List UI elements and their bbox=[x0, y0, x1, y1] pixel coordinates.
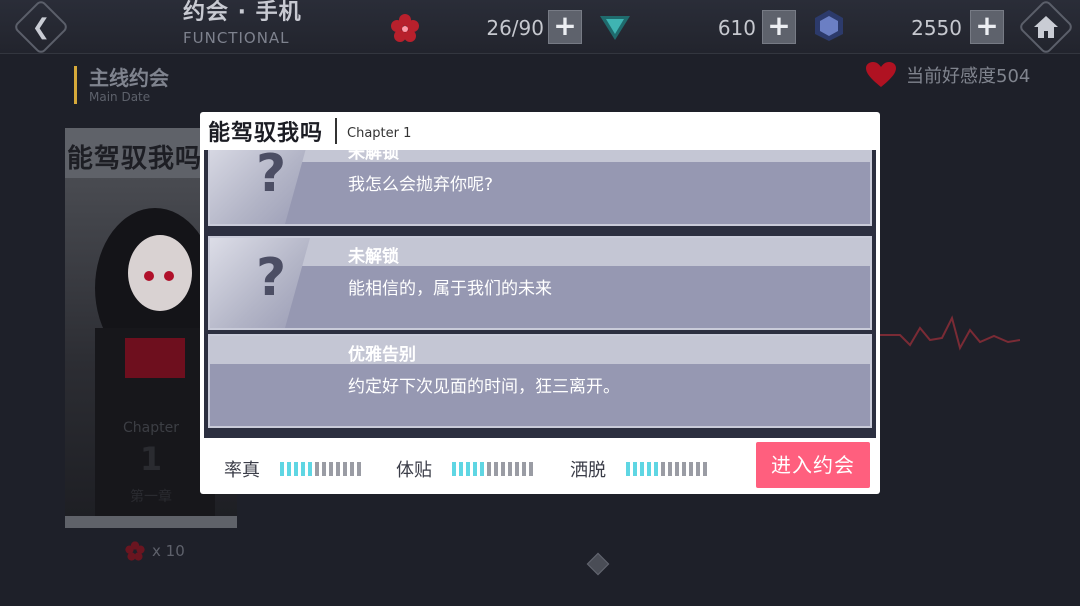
meter-segment bbox=[480, 462, 484, 476]
meter-segment bbox=[343, 462, 347, 476]
meter-segment bbox=[675, 462, 679, 476]
stat-meter bbox=[626, 462, 707, 476]
ending-title: 未解锁 bbox=[348, 150, 399, 163]
dialog-title: 能驾驭我吗 bbox=[208, 121, 324, 146]
meter-segment bbox=[280, 462, 284, 476]
ending-item-band bbox=[210, 336, 870, 364]
ending-description: 能相信的，属于我们的未来 bbox=[348, 279, 552, 299]
meter-segment bbox=[308, 462, 312, 476]
ending-item-band bbox=[210, 238, 870, 266]
meter-segment bbox=[529, 462, 533, 476]
page-indicator[interactable] bbox=[586, 552, 610, 576]
stat-meter bbox=[280, 462, 361, 476]
cube-gem-count: 2550 bbox=[911, 16, 962, 40]
question-mark-icon: ? bbox=[256, 150, 287, 204]
affection-indicator: 当前好感度504 bbox=[866, 62, 1030, 88]
cost-label: x 10 bbox=[152, 542, 185, 560]
meter-segment bbox=[654, 462, 658, 476]
meter-segment bbox=[459, 462, 463, 476]
screen-title: 约会 · 手机 FUNCTIONAL bbox=[183, 0, 313, 48]
meter-segment bbox=[294, 462, 298, 476]
section-title-en: Main Date bbox=[89, 90, 151, 104]
meter-segment bbox=[633, 462, 637, 476]
meter-segment bbox=[466, 462, 470, 476]
sakura-icon bbox=[125, 541, 145, 561]
meter-segment bbox=[522, 462, 526, 476]
meter-segment bbox=[640, 462, 644, 476]
meter-segment bbox=[682, 462, 686, 476]
stat-free-spirited: 洒脱 bbox=[570, 456, 707, 482]
section-heading: 主线约会 Main Date bbox=[74, 66, 169, 104]
heart-icon bbox=[866, 62, 896, 87]
home-icon bbox=[1034, 16, 1058, 38]
back-button[interactable]: ❮ bbox=[12, 0, 70, 56]
meter-segment bbox=[494, 462, 498, 476]
meter-segment bbox=[315, 462, 319, 476]
stat-label: 体贴 bbox=[396, 460, 432, 481]
crystal-count: 610 bbox=[717, 16, 756, 40]
stat-label: 率真 bbox=[224, 460, 260, 481]
chapter-card-title: 能驾驭我吗 bbox=[67, 144, 203, 174]
add-cube-gem-button[interactable]: + bbox=[970, 10, 1004, 44]
meter-segment bbox=[357, 462, 361, 476]
meter-segment bbox=[301, 462, 305, 476]
meter-segment bbox=[689, 462, 693, 476]
meter-segment bbox=[452, 462, 456, 476]
affection-label: 当前好感度504 bbox=[906, 66, 1031, 87]
meter-segment bbox=[647, 462, 651, 476]
stat-meter bbox=[452, 462, 533, 476]
screen-title-zh: 约会 · 手机 bbox=[183, 0, 302, 25]
chapter-detail-dialog: 能驾驭我吗 Chapter 1 ? 未解锁 我怎么会抛弃你呢? ? 未解锁 能相… bbox=[200, 112, 880, 494]
meter-segment bbox=[696, 462, 700, 476]
meter-segment bbox=[515, 462, 519, 476]
sakura-count: 26/90 bbox=[486, 16, 544, 40]
meter-segment bbox=[668, 462, 672, 476]
home-button[interactable] bbox=[1017, 0, 1075, 56]
top-bar: ❮ 约会 · 手机 FUNCTIONAL 26/90 + 610 + 2550 … bbox=[0, 0, 1080, 56]
ending-item-1[interactable]: ? 未解锁 我怎么会抛弃你呢? bbox=[208, 150, 872, 226]
stat-label: 洒脱 bbox=[570, 460, 606, 481]
meter-segment bbox=[661, 462, 665, 476]
ending-item-band bbox=[210, 150, 870, 162]
dialog-header: 能驾驭我吗 Chapter 1 bbox=[200, 112, 880, 150]
meter-segment bbox=[329, 462, 333, 476]
section-title-zh: 主线约会 bbox=[89, 66, 169, 90]
back-arrow-icon: ❮ bbox=[31, 14, 51, 40]
meter-segment bbox=[487, 462, 491, 476]
enter-date-button[interactable]: 进入约会 bbox=[756, 442, 870, 488]
ending-list[interactable]: ? 未解锁 我怎么会抛弃你呢? ? 未解锁 能相信的，属于我们的未来 优雅告别 … bbox=[204, 150, 876, 438]
meter-segment bbox=[508, 462, 512, 476]
meter-segment bbox=[473, 462, 477, 476]
meter-segment bbox=[287, 462, 291, 476]
stat-sincere: 率真 bbox=[224, 456, 361, 482]
add-sakura-button[interactable]: + bbox=[548, 10, 582, 44]
meter-segment bbox=[322, 462, 326, 476]
meter-segment bbox=[501, 462, 505, 476]
dialog-subtitle: Chapter 1 bbox=[347, 125, 412, 141]
header-divider bbox=[335, 118, 338, 144]
ending-description: 我怎么会抛弃你呢? bbox=[348, 175, 494, 195]
heartbeat-line-icon bbox=[880, 315, 1020, 351]
ending-title: 优雅告别 bbox=[348, 345, 416, 365]
add-crystal-button[interactable]: + bbox=[762, 10, 796, 44]
cube-gem-icon bbox=[815, 10, 843, 41]
sakura-icon bbox=[391, 14, 419, 42]
meter-segment bbox=[703, 462, 707, 476]
cost-indicator: x 10 bbox=[124, 540, 185, 562]
meter-segment bbox=[336, 462, 340, 476]
ending-item-3[interactable]: 优雅告别 约定好下次见面的时间，狂三离开。 bbox=[208, 334, 872, 428]
meter-segment bbox=[350, 462, 354, 476]
screen-title-en: FUNCTIONAL bbox=[183, 29, 290, 47]
stat-caring: 体贴 bbox=[396, 456, 533, 482]
ending-title: 未解锁 bbox=[348, 247, 399, 267]
ending-description: 约定好下次见面的时间，狂三离开。 bbox=[348, 377, 620, 397]
meter-segment bbox=[626, 462, 630, 476]
question-mark-icon: ? bbox=[256, 248, 287, 308]
ending-item-2[interactable]: ? 未解锁 能相信的，属于我们的未来 bbox=[208, 236, 872, 330]
crystal-icon bbox=[600, 16, 630, 40]
